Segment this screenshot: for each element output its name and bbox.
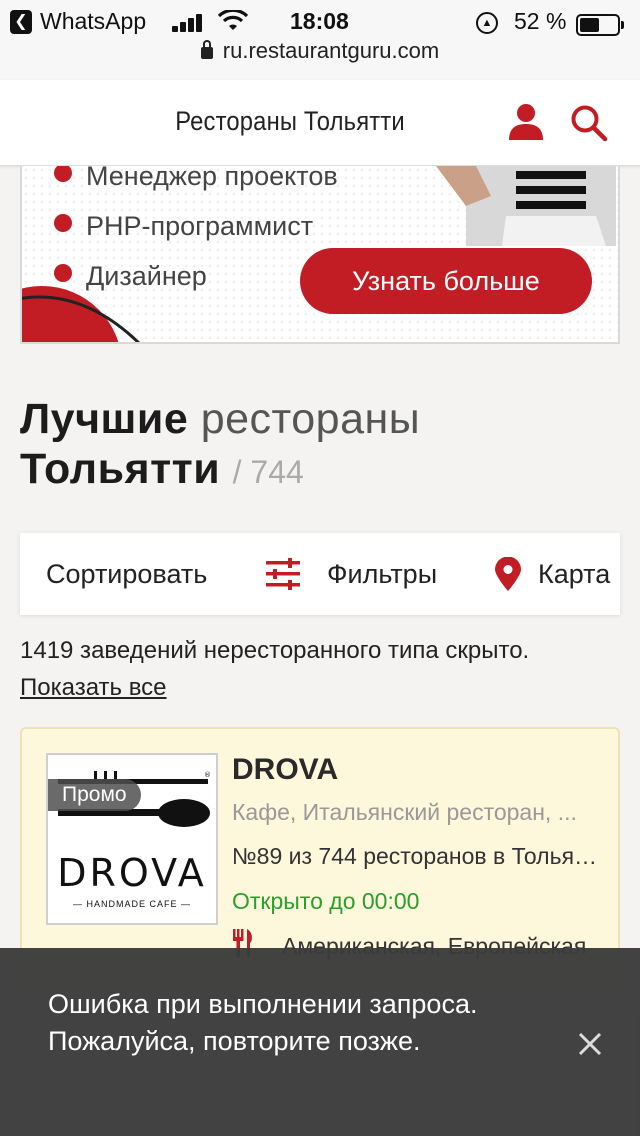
logo-tagline: — HANDMADE CAFE — xyxy=(72,899,191,909)
status-row: ❮ WhatsApp 18:08 ▲ 52 % xyxy=(0,6,640,38)
ad-list-item: Менеджер проектов xyxy=(52,166,338,214)
restaurant-name[interactable]: DROVA xyxy=(232,753,338,787)
wifi-icon xyxy=(218,10,248,30)
sort-button[interactable]: Сортировать xyxy=(46,533,207,615)
listing-toolbar: Сортировать Фильтры Карта xyxy=(20,533,620,615)
back-arrow-icon[interactable]: ❮ xyxy=(10,10,32,34)
ad-decoration xyxy=(22,286,140,342)
user-icon[interactable] xyxy=(508,102,544,142)
error-message: Ошибка при выполнении запроса. Пожалуйса… xyxy=(48,989,478,1056)
show-all-link[interactable]: Показать все xyxy=(20,674,167,701)
heading-part: Тольятти xyxy=(20,445,221,493)
site-header: Рестораны Тольятти xyxy=(0,80,640,166)
url-text: ru.restaurantguru.com xyxy=(222,38,440,63)
map-button[interactable]: Карта xyxy=(538,533,610,615)
learn-more-button[interactable]: Узнать больше xyxy=(300,248,592,314)
svg-text:®: ® xyxy=(204,771,211,779)
filter-icon[interactable] xyxy=(266,558,300,590)
clock: 18:08 xyxy=(290,8,349,34)
filters-button[interactable]: Фильтры xyxy=(327,533,437,615)
hidden-venues-text: 1419 заведений нересторанного типа скрыт… xyxy=(20,637,530,664)
battery-percent: 52 % xyxy=(514,8,567,34)
page-title[interactable]: Рестораны Тольятти xyxy=(35,106,545,137)
error-toast: Ошибка при выполнении запроса. Пожалуйса… xyxy=(0,948,640,1136)
ad-list-item: PHP-программист xyxy=(52,213,338,264)
results-count: / 744 xyxy=(232,454,304,490)
rotation-lock-icon: ▲ xyxy=(476,12,498,34)
status-bar: ❮ WhatsApp 18:08 ▲ 52 % ru.restaurantgur… xyxy=(0,0,640,80)
search-icon[interactable] xyxy=(570,104,608,142)
heading-part: рестораны xyxy=(200,395,421,443)
listing-heading: Лучшие рестораны Тольятти / 744 xyxy=(20,394,620,497)
battery-icon xyxy=(576,14,624,36)
signal-icon xyxy=(172,12,208,32)
ad-photo xyxy=(436,166,616,246)
heading-part: Лучшие xyxy=(20,395,189,443)
close-icon[interactable] xyxy=(572,1026,608,1062)
hidden-venues-note: 1419 заведений нересторанного типа скрыт… xyxy=(20,632,620,706)
logo-wordmark: DROVA xyxy=(57,851,207,895)
address-bar[interactable]: ru.restaurantguru.com xyxy=(0,38,640,64)
promo-badge: Промо xyxy=(48,779,141,811)
map-pin-icon[interactable] xyxy=(494,557,522,591)
restaurant-rank: №89 из 744 ресторанов в Тольятти xyxy=(232,843,602,869)
opening-status: Открыто до 00:00 xyxy=(232,888,420,914)
lock-icon xyxy=(200,40,213,59)
restaurant-logo[interactable]: ® DROVA — HANDMADE CAFE — Промо xyxy=(46,753,218,925)
ad-banner[interactable]: Менеджер проектов PHP-программист Дизайн… xyxy=(20,166,620,344)
restaurant-categories: Кафе, Итальянский ресторан, ... xyxy=(232,799,577,825)
back-app-label[interactable]: WhatsApp xyxy=(40,8,146,35)
